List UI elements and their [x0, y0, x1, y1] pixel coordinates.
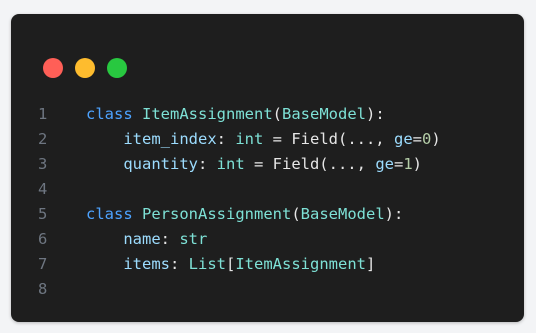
- line-number: 4: [38, 180, 48, 198]
- code-token: item_index: [123, 130, 217, 148]
- code-token: int: [235, 130, 264, 148]
- code-text: class ItemAssignment(BaseModel):: [86, 102, 385, 127]
- code-line: 6 name: str: [11, 227, 524, 252]
- code-token: 1: [403, 155, 413, 173]
- code-token: ): [412, 155, 423, 173]
- code-line: 8: [11, 277, 524, 302]
- code-token: quantity: [123, 155, 198, 173]
- line-number: 7: [38, 255, 48, 273]
- code-block: 1 class ItemAssignment(BaseModel): 2 item_…: [11, 102, 524, 302]
- code-token: BaseModel: [282, 105, 367, 123]
- code-token: ]: [366, 255, 376, 273]
- code-token: class: [86, 205, 133, 223]
- code-token: ):: [384, 205, 404, 223]
- code-token: :: [197, 155, 217, 173]
- code-token: 0: [422, 130, 432, 148]
- code-line: 5 class PersonAssignment(BaseModel):: [11, 202, 524, 227]
- line-number: 1: [38, 105, 48, 123]
- code-text: item_index: int = Field(..., ge=0): [86, 127, 441, 152]
- line-number: 8: [38, 280, 48, 298]
- code-token: (: [291, 205, 301, 223]
- close-button[interactable]: [43, 58, 63, 78]
- code-token: = Field(...,: [244, 155, 376, 173]
- code-token: ge: [393, 130, 413, 148]
- code-token: ItemAssignment: [235, 255, 366, 273]
- code-token: (: [272, 105, 283, 123]
- code-token: List: [188, 255, 226, 273]
- code-line: 7 items: List[ItemAssignment]: [11, 252, 524, 277]
- code-token: PersonAssignment: [142, 205, 292, 223]
- code-token: int: [216, 155, 245, 173]
- line-number: 5: [38, 205, 48, 223]
- code-text: class PersonAssignment(BaseModel):: [86, 202, 403, 227]
- code-token: ): [431, 130, 441, 148]
- code-line: 4: [11, 177, 524, 202]
- code-token: :: [170, 255, 189, 273]
- code-token: items: [123, 255, 170, 273]
- screenshot-background: 1 class ItemAssignment(BaseModel): 2 item_…: [0, 0, 536, 333]
- code-line: 1 class ItemAssignment(BaseModel):: [11, 102, 524, 127]
- line-number: 6: [38, 230, 48, 248]
- code-token: ItemAssignment: [142, 105, 273, 123]
- code-token: name: [123, 230, 161, 248]
- code-text: items: List[ItemAssignment]: [86, 252, 375, 277]
- minimize-button[interactable]: [75, 58, 95, 78]
- code-token: =: [412, 130, 422, 148]
- code-window: 1 class ItemAssignment(BaseModel): 2 item_…: [11, 14, 524, 322]
- code-token: class: [86, 105, 133, 123]
- code-token: :: [216, 130, 236, 148]
- code-token: [: [226, 255, 236, 273]
- code-line: 3 quantity: int = Field(..., ge=1): [11, 152, 524, 177]
- code-text: quantity: int = Field(..., ge=1): [86, 152, 422, 177]
- code-token: str: [179, 230, 208, 248]
- code-token: :: [160, 230, 180, 248]
- code-token: =: [393, 155, 404, 173]
- code-token: = Field(...,: [263, 130, 394, 148]
- code-line: 2 item_index: int = Field(..., ge=0): [11, 127, 524, 152]
- code-token: ):: [366, 105, 385, 123]
- code-token: ge: [375, 155, 394, 173]
- code-token: BaseModel: [300, 205, 385, 223]
- line-number: 2: [38, 130, 48, 148]
- code-text: name: str: [86, 227, 207, 252]
- maximize-button[interactable]: [107, 58, 127, 78]
- line-number: 3: [38, 155, 48, 173]
